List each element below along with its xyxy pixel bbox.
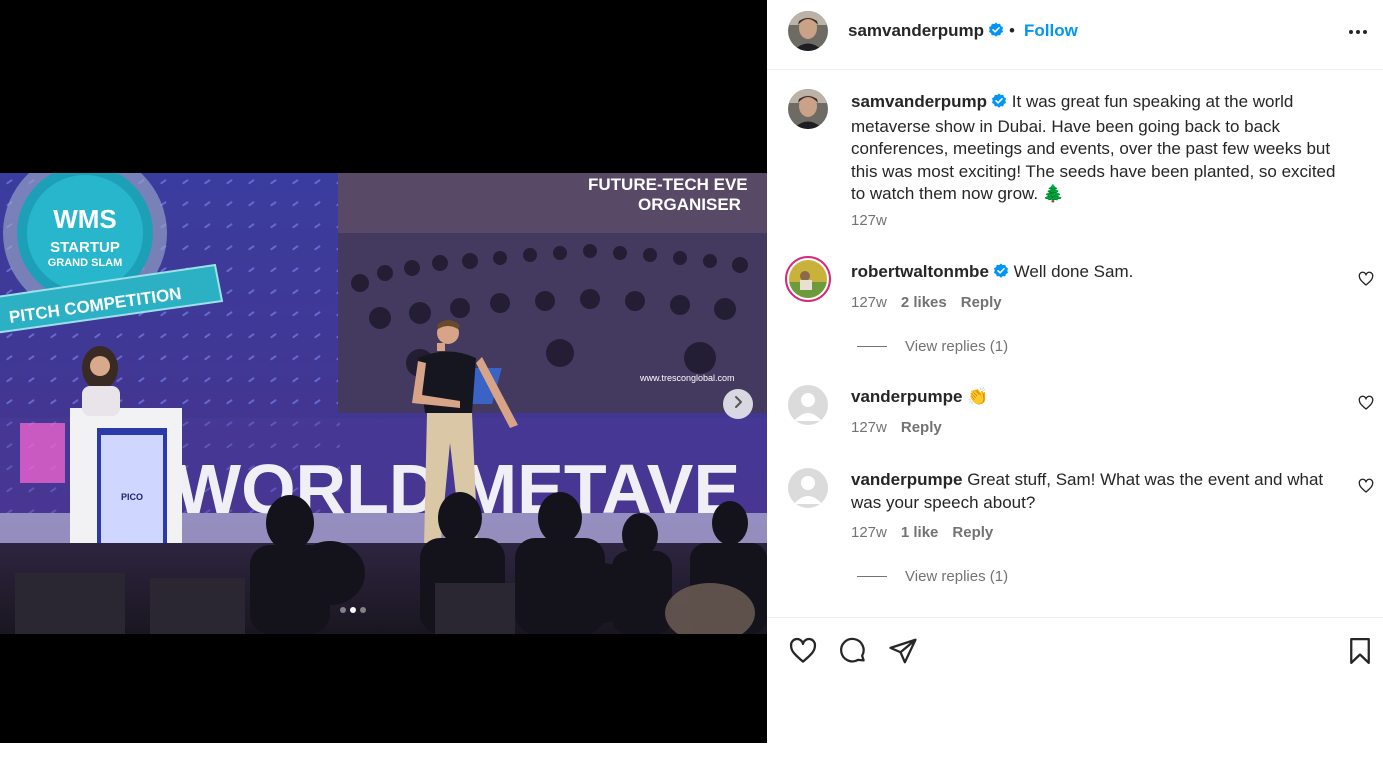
slide-dot-active bbox=[350, 607, 356, 613]
heart-icon bbox=[788, 637, 818, 670]
comment: robertwaltonmbe Well done Sam. bbox=[851, 261, 1351, 286]
caption-meta: 127w bbox=[851, 212, 887, 229]
comment-time[interactable]: 127w bbox=[851, 419, 887, 436]
comment-avatar[interactable] bbox=[788, 385, 828, 425]
comment-avatar[interactable] bbox=[785, 256, 831, 302]
comment-time[interactable]: 127w bbox=[851, 294, 887, 311]
heart-icon bbox=[1358, 271, 1374, 291]
comment-text: 👏 bbox=[967, 387, 989, 406]
post-header: samvanderpump • Follow bbox=[767, 0, 1383, 70]
follow-button[interactable]: Follow bbox=[1024, 21, 1078, 41]
comments-scroll-area[interactable]: samvanderpump It was great fun speaking … bbox=[767, 71, 1383, 617]
view-replies-button[interactable]: View replies (1) bbox=[857, 568, 1008, 585]
view-replies-button[interactable]: View replies (1) bbox=[857, 338, 1008, 355]
chevron-right-icon bbox=[731, 395, 745, 414]
view-replies-label[interactable]: View replies (1) bbox=[905, 338, 1008, 355]
caption-username[interactable]: samvanderpump bbox=[851, 92, 987, 111]
bookmark-icon bbox=[1345, 638, 1375, 670]
comment-username[interactable]: vanderpumpe bbox=[851, 470, 962, 489]
post-side-pane: samvanderpump • Follow samvanderpump It … bbox=[767, 0, 1383, 765]
verified-badge-icon bbox=[993, 263, 1009, 286]
verified-badge-icon bbox=[991, 93, 1007, 116]
caption-author-avatar[interactable] bbox=[788, 89, 828, 129]
comment-button[interactable] bbox=[838, 636, 868, 666]
badge-title: WMS bbox=[53, 204, 117, 234]
like-button[interactable] bbox=[788, 636, 818, 666]
paper-plane-icon bbox=[888, 638, 918, 670]
header-separator: • bbox=[1009, 21, 1015, 40]
divider bbox=[857, 346, 887, 347]
slide-dot bbox=[340, 607, 346, 613]
screen-url: www.tresconglobal.com bbox=[639, 373, 735, 383]
comment-username[interactable]: robertwaltonmbe bbox=[851, 262, 989, 281]
badge-sub2: GRAND SLAM bbox=[48, 257, 123, 269]
post-media-pane: FUTURE-TECH EVE ORGANISER www.tresconglo… bbox=[0, 0, 767, 743]
view-replies-label[interactable]: View replies (1) bbox=[905, 568, 1008, 585]
screen-title-1: FUTURE-TECH EVE bbox=[588, 175, 748, 194]
podium-logo: PICO bbox=[121, 492, 143, 502]
comment-reply-button[interactable]: Reply bbox=[901, 419, 942, 436]
caption-time[interactable]: 127w bbox=[851, 212, 887, 229]
comment-meta: 127w Reply bbox=[851, 419, 942, 436]
comment-bubble-icon bbox=[838, 637, 868, 670]
caption: samvanderpump It was great fun speaking … bbox=[851, 91, 1351, 206]
comment-meta: 127w 1 like Reply bbox=[851, 524, 993, 541]
heart-icon bbox=[1358, 395, 1374, 415]
comment-reply-button[interactable]: Reply bbox=[961, 294, 1002, 311]
share-button[interactable] bbox=[888, 636, 918, 666]
comment: vanderpumpe Great stuff, Sam! What was t… bbox=[851, 469, 1351, 514]
comment-avatar[interactable] bbox=[788, 468, 828, 508]
comment-like-button[interactable] bbox=[1358, 478, 1374, 494]
author-username[interactable]: samvanderpump bbox=[848, 21, 1004, 43]
comment-likes[interactable]: 1 like bbox=[901, 524, 939, 541]
comment-text: Well done Sam. bbox=[1013, 262, 1134, 281]
comment-likes[interactable]: 2 likes bbox=[901, 294, 947, 311]
verified-badge-icon bbox=[988, 22, 1004, 43]
next-slide-button[interactable] bbox=[723, 389, 753, 419]
comment: vanderpumpe 👏 bbox=[851, 386, 1351, 409]
badge-sub1: STARTUP bbox=[50, 239, 120, 256]
heart-icon bbox=[1358, 478, 1374, 498]
comment-username[interactable]: vanderpumpe bbox=[851, 387, 962, 406]
author-name[interactable]: samvanderpump bbox=[848, 21, 984, 40]
slide-indicator bbox=[340, 607, 366, 613]
post-action-bar bbox=[767, 617, 1383, 687]
more-horizontal-icon bbox=[1346, 29, 1370, 46]
comment-like-button[interactable] bbox=[1358, 395, 1374, 411]
screen-title-2: ORGANISER bbox=[638, 195, 741, 214]
more-options-button[interactable] bbox=[1346, 22, 1370, 42]
comment-reply-button[interactable]: Reply bbox=[952, 524, 993, 541]
comment-time[interactable]: 127w bbox=[851, 524, 887, 541]
slide-dot bbox=[360, 607, 366, 613]
save-button[interactable] bbox=[1345, 636, 1375, 666]
divider bbox=[857, 576, 887, 577]
comment-meta: 127w 2 likes Reply bbox=[851, 294, 1002, 311]
post-photo[interactable]: FUTURE-TECH EVE ORGANISER www.tresconglo… bbox=[0, 173, 767, 634]
comment-like-button[interactable] bbox=[1358, 271, 1374, 287]
author-avatar[interactable] bbox=[788, 11, 828, 51]
